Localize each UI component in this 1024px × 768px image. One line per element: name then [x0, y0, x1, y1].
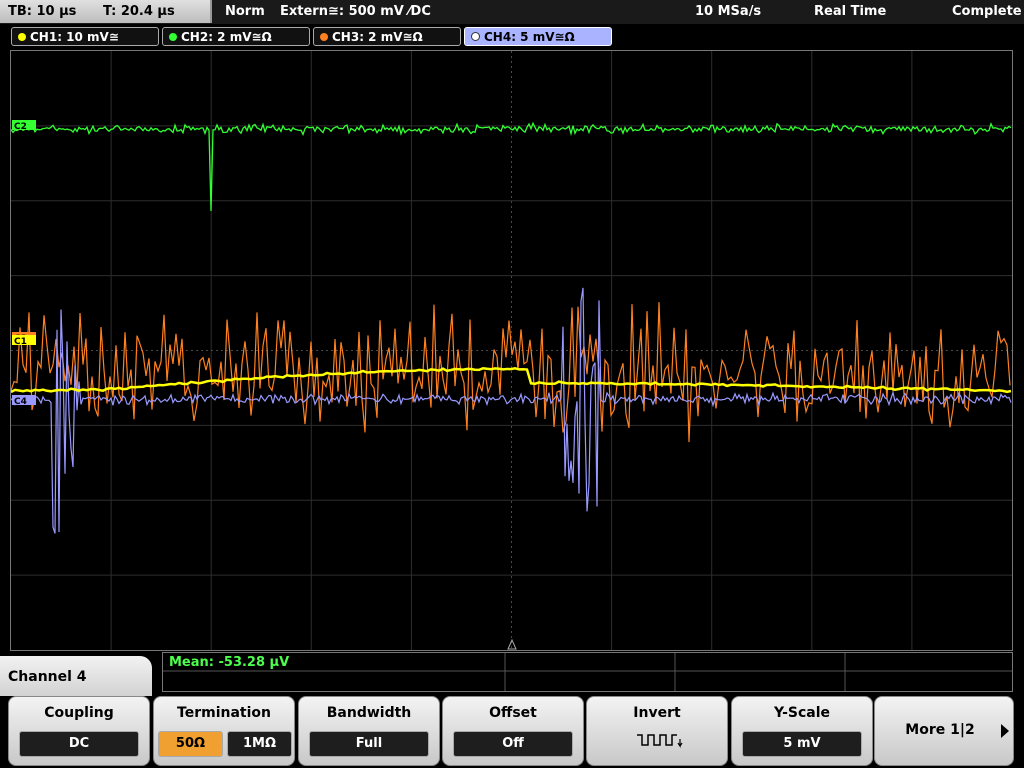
acquisition-mode: Real Time	[814, 4, 887, 19]
bandwidth-title: Bandwidth	[326, 705, 412, 721]
inverted-square-wave-icon	[637, 734, 683, 748]
tab-ch4[interactable]: CH4: 5 mV≅Ω	[464, 27, 612, 46]
y-scale-title: Y-Scale	[773, 705, 830, 721]
termination-title: Termination	[177, 705, 271, 721]
right-arrow-icon	[1001, 724, 1009, 738]
coupling-title: Coupling	[44, 705, 114, 721]
bandwidth-button[interactable]: Bandwidth Full	[298, 696, 440, 766]
termination-50ohm-option[interactable]: 50Ω	[158, 731, 223, 757]
timebase-box[interactable]: TB: 10 µs T: 20.4 µs	[0, 0, 212, 23]
tab-ch2[interactable]: CH2: 2 mV≅Ω	[162, 27, 310, 46]
measurement-panel: Mean: -53.28 µV	[162, 652, 1013, 692]
offset-title: Offset	[489, 705, 537, 721]
ch2-color-dot	[169, 33, 177, 41]
measurement-grid	[163, 653, 1012, 691]
trigger-time-value: T: 20.4 µs	[102, 4, 175, 19]
waveform-display[interactable]: C2 C3 C1 C4	[10, 50, 1013, 651]
channel-bar: CH1: 10 mV≅ CH2: 2 mV≅Ω CH3: 2 mV≅Ω CH4:…	[0, 26, 1024, 48]
ch2-marker[interactable]: C2	[12, 120, 36, 132]
ch1-marker-label: C1	[14, 337, 27, 347]
trigger-source[interactable]: Extern≅: 500 mV ⁄DC	[280, 0, 431, 24]
trace-ch3	[11, 302, 1011, 443]
ch1-marker[interactable]: C1	[12, 335, 36, 347]
softkey-bar: Coupling DC Termination 50Ω 1MΩ Bandwidt…	[0, 696, 1024, 768]
timebase-value: TB: 10 µs	[8, 4, 77, 19]
waveform-svg: C2 C3 C1 C4	[11, 51, 1012, 650]
offset-value: Off	[453, 731, 573, 757]
ch2-marker-label: C2	[14, 122, 27, 132]
coupling-value: DC	[19, 731, 139, 757]
ch3-color-dot	[320, 33, 328, 41]
y-scale-button[interactable]: Y-Scale 5 mV	[731, 696, 873, 766]
coupling-button[interactable]: Coupling DC	[8, 696, 150, 766]
ch2-label: CH2: 2 mV≅Ω	[181, 30, 272, 44]
termination-button[interactable]: Termination 50Ω 1MΩ	[153, 696, 295, 766]
menu-title: Channel 4	[0, 656, 152, 700]
invert-title: Invert	[633, 705, 681, 721]
ch3-label: CH3: 2 mV≅Ω	[332, 30, 423, 44]
invert-button[interactable]: Invert	[586, 696, 728, 766]
tab-ch1[interactable]: CH1: 10 mV≅	[11, 27, 159, 46]
ch4-label: CH4: 5 mV≅Ω	[484, 30, 575, 44]
trigger-mode[interactable]: Norm	[225, 0, 265, 24]
bandwidth-value: Full	[309, 731, 429, 757]
offset-button[interactable]: Offset Off	[442, 696, 584, 766]
status-bar: TB: 10 µs T: 20.4 µs Norm Extern≅: 500 m…	[0, 0, 1024, 24]
more-button[interactable]: More 1|2	[874, 696, 1014, 766]
more-label: More 1|2	[905, 722, 975, 738]
termination-1mohm-option[interactable]: 1MΩ	[227, 731, 292, 757]
sample-rate: 10 MSa/s	[695, 4, 762, 19]
ch1-label: CH1: 10 mV≅	[30, 30, 119, 44]
tab-ch3[interactable]: CH3: 2 mV≅Ω	[313, 27, 461, 46]
ch4-color-dot	[471, 32, 480, 41]
ch4-marker-label: C4	[14, 397, 27, 407]
y-scale-value: 5 mV	[742, 731, 862, 757]
acquisition-status: Complete	[952, 4, 1022, 19]
ch1-color-dot	[18, 33, 26, 41]
